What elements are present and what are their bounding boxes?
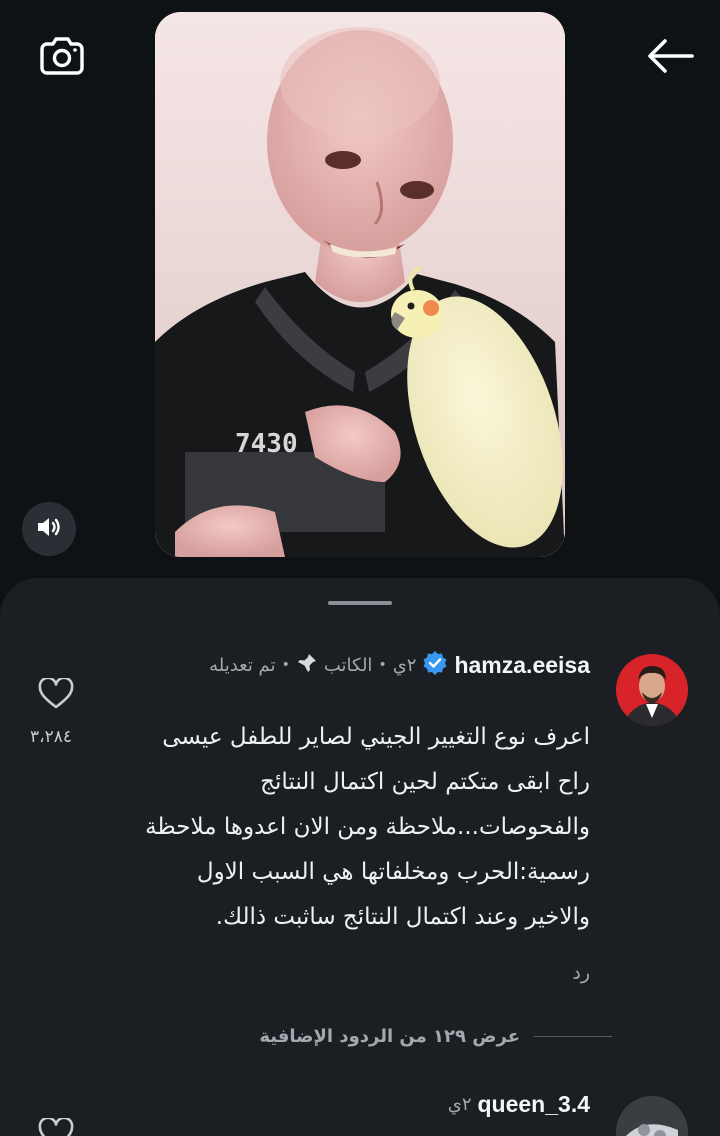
camera-icon (39, 35, 85, 81)
avatar[interactable] (616, 654, 688, 726)
heart-icon (38, 676, 74, 714)
comment-username[interactable]: hamza.eeisa (454, 652, 590, 679)
view-more-replies[interactable]: عرض ١٢٩ من الردود الإضافية (259, 1026, 612, 1047)
comment-text-line: اعرف نوع التغيير الجيني لصاير للطفل عيسى (162, 724, 590, 750)
avatar[interactable] (616, 1096, 688, 1136)
comment-username[interactable]: queen_3.4 (478, 1091, 591, 1118)
comment-text-line: والاخير وعند اكتمال النتائج ساثبت ذالك. (215, 904, 590, 930)
like-count: ٣،٢٨٤ (30, 727, 73, 747)
sound-toggle-button[interactable] (22, 502, 76, 556)
comment-meta: hamza.eeisa ٢ي • الكاتب • تم تعديله (209, 650, 590, 680)
divider (534, 1036, 612, 1037)
speaker-icon (36, 516, 62, 542)
arrow-left-icon (646, 39, 694, 77)
author-label: الكاتب (323, 654, 373, 676)
comment-time: ٢ي (447, 1094, 472, 1115)
like-button[interactable] (36, 1116, 76, 1136)
comment-text-line: رسمية:الحرب ومخلفاتها هي السبب الاول (196, 859, 590, 885)
post-image[interactable]: 7430 (155, 12, 565, 557)
comment-text: اعرف نوع التغيير الجيني لصاير للطفل عيسى… (120, 715, 590, 940)
media-viewer: 7430 (0, 0, 720, 590)
back-button[interactable] (642, 30, 698, 86)
edited-label: تم تعديله (209, 654, 276, 676)
comments-sheet: hamza.eeisa ٢ي • الكاتب • تم تعديله اعرف… (0, 578, 720, 1136)
comment-meta: queen_3.4 ٢ي (448, 1091, 590, 1118)
camera-button[interactable] (34, 30, 90, 86)
app-root: 7430 hamza.eeisa ٢ي • الكاتب • تم تعديله… (0, 0, 720, 1136)
verified-badge-icon (422, 650, 448, 680)
view-more-replies-label[interactable]: عرض ١٢٩ من الردود الإضافية (259, 1026, 520, 1047)
meta-separator: • (281, 657, 290, 673)
reply-button[interactable]: رد (572, 962, 590, 984)
comment-time: ٢ي (392, 654, 417, 676)
comment-text-line: والفحوصات...ملاحظة ومن الان اعدوها ملاحظ… (145, 814, 590, 840)
sheet-grabber[interactable] (328, 601, 392, 605)
comment-text-line: راح ابقى متكتم لحين اكتمال النتائج (260, 769, 590, 795)
pin-icon (296, 652, 318, 678)
meta-separator: • (378, 657, 387, 673)
like-button[interactable] (36, 676, 76, 714)
shirt-print-text: 7430 (235, 429, 298, 459)
